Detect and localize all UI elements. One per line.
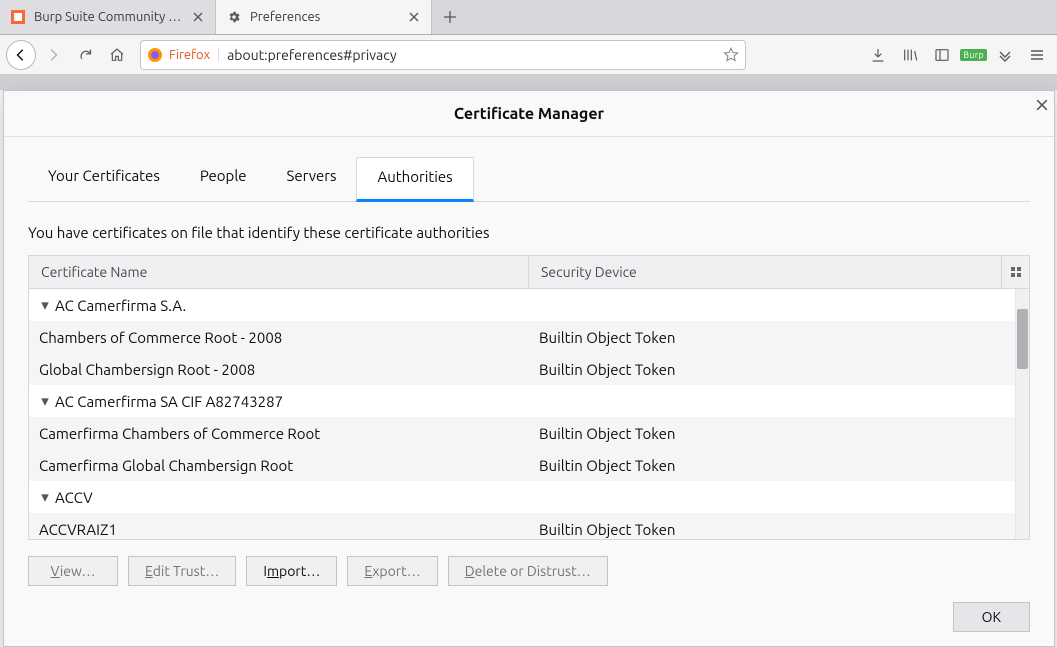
back-button[interactable]: [6, 40, 36, 70]
column-certificate-name[interactable]: Certificate Name: [29, 256, 529, 288]
tab-authorities[interactable]: Authorities: [356, 157, 473, 202]
tab-title: Burp Suite Community E…: [34, 10, 183, 24]
dialog-tabs: Your Certificates People Servers Authori…: [28, 157, 1030, 202]
sidebar-icon[interactable]: [928, 40, 956, 70]
menu-icon[interactable]: [1023, 40, 1051, 70]
column-picker-icon[interactable]: [1001, 256, 1029, 288]
twisty-down-icon[interactable]: ▾: [39, 296, 51, 314]
twisty-down-icon[interactable]: ▾: [39, 488, 51, 506]
library-icon[interactable]: [896, 40, 924, 70]
tab-your-certificates[interactable]: Your Certificates: [28, 157, 180, 202]
certificate-table: Certificate Name Security Device ▾AC Cam…: [28, 255, 1030, 540]
security-device: Builtin Object Token: [529, 329, 1029, 346]
burp-badge: Burp: [960, 49, 987, 61]
close-icon[interactable]: [1036, 99, 1048, 111]
toolbar-right: Burp: [864, 40, 1051, 70]
home-button[interactable]: [102, 40, 132, 70]
bookmark-star-icon[interactable]: [723, 47, 739, 63]
new-tab-button[interactable]: [432, 0, 468, 34]
dialog-body: Your Certificates People Servers Authori…: [4, 137, 1054, 646]
tree-child-row[interactable]: Global Chambersign Root - 2008 Builtin Ob…: [29, 353, 1029, 385]
address-input[interactable]: [225, 46, 717, 64]
burp-extension-icon[interactable]: Burp: [960, 40, 987, 70]
tree-child-row[interactable]: Camerfirma Global Chambersign Root Builti…: [29, 449, 1029, 481]
tab-title: Preferences: [250, 10, 399, 24]
view-button[interactable]: View…: [28, 556, 118, 586]
dialog-description: You have certificates on file that ident…: [28, 224, 1030, 241]
tree-parent-row[interactable]: ▾AC Camerfirma SA CIF A82743287: [29, 385, 1029, 417]
tree-parent-row[interactable]: ▾ACCV: [29, 481, 1029, 513]
security-device: Builtin Object Token: [529, 521, 1029, 538]
scrollbar-thumb[interactable]: [1017, 309, 1028, 369]
authority-name: AC Camerfirma S.A.: [55, 297, 186, 314]
certificate-name: Camerfirma Global Chambersign Root: [39, 457, 293, 474]
ok-button[interactable]: OK: [953, 602, 1030, 632]
authority-name: ACCV: [55, 489, 93, 506]
certificate-name: ACCVRAIZ1: [39, 521, 117, 538]
tree-parent-row[interactable]: ▾AC Camerfirma S.A.: [29, 289, 1029, 321]
certificate-name: Global Chambersign Root - 2008: [39, 361, 255, 378]
burp-favicon: [10, 9, 26, 25]
close-icon[interactable]: [191, 10, 205, 24]
reload-button[interactable]: [70, 40, 100, 70]
export-button[interactable]: Export…: [347, 556, 437, 586]
tab-preferences[interactable]: Preferences: [216, 0, 432, 34]
column-security-device[interactable]: Security Device: [529, 256, 1001, 288]
overflow-icon[interactable]: [991, 40, 1019, 70]
tab-burp[interactable]: Burp Suite Community E…: [0, 0, 216, 34]
downloads-icon[interactable]: [864, 40, 892, 70]
close-icon[interactable]: [407, 10, 421, 24]
tree-child-row[interactable]: Camerfirma Chambers of Commerce Root Buil…: [29, 417, 1029, 449]
action-button-row: View… Edit Trust… Import… Export… Delete…: [28, 556, 1030, 586]
gear-icon: [226, 9, 242, 25]
dialog-title: Certificate Manager: [454, 105, 604, 123]
tab-people[interactable]: People: [180, 157, 267, 202]
dialog-header: Certificate Manager: [4, 91, 1054, 137]
tree-child-row[interactable]: Chambers of Commerce Root - 2008 Builtin …: [29, 321, 1029, 353]
content-gap: [0, 75, 1057, 90]
navigation-toolbar: Firefox Burp: [0, 35, 1057, 75]
twisty-down-icon[interactable]: ▾: [39, 392, 51, 410]
import-button[interactable]: Import…: [246, 556, 337, 586]
ok-row: OK: [28, 602, 1030, 632]
delete-distrust-button[interactable]: Delete or Distrust…: [448, 556, 608, 586]
table-body[interactable]: ▾AC Camerfirma S.A.Chambers of Commerce …: [29, 289, 1029, 539]
certificate-manager-dialog: Certificate Manager Your Certificates Pe…: [3, 90, 1055, 647]
certificate-name: Camerfirma Chambers of Commerce Root: [39, 425, 320, 442]
security-device: Builtin Object Token: [529, 361, 1029, 378]
firefox-icon: [147, 47, 163, 63]
tab-strip: Burp Suite Community E… Preferences: [0, 0, 1057, 35]
security-device: Builtin Object Token: [529, 425, 1029, 442]
scrollbar[interactable]: [1015, 289, 1029, 539]
forward-button: [38, 40, 68, 70]
certificate-name: Chambers of Commerce Root - 2008: [39, 329, 282, 346]
table-header: Certificate Name Security Device: [29, 256, 1029, 289]
url-bar[interactable]: Firefox: [140, 40, 746, 70]
tab-servers[interactable]: Servers: [267, 157, 357, 202]
authority-name: AC Camerfirma SA CIF A82743287: [55, 393, 283, 410]
tree-child-row[interactable]: ACCVRAIZ1 Builtin Object Token: [29, 513, 1029, 539]
security-device: Builtin Object Token: [529, 457, 1029, 474]
identity-label: Firefox: [169, 48, 219, 62]
edit-trust-button[interactable]: Edit Trust…: [128, 556, 236, 586]
